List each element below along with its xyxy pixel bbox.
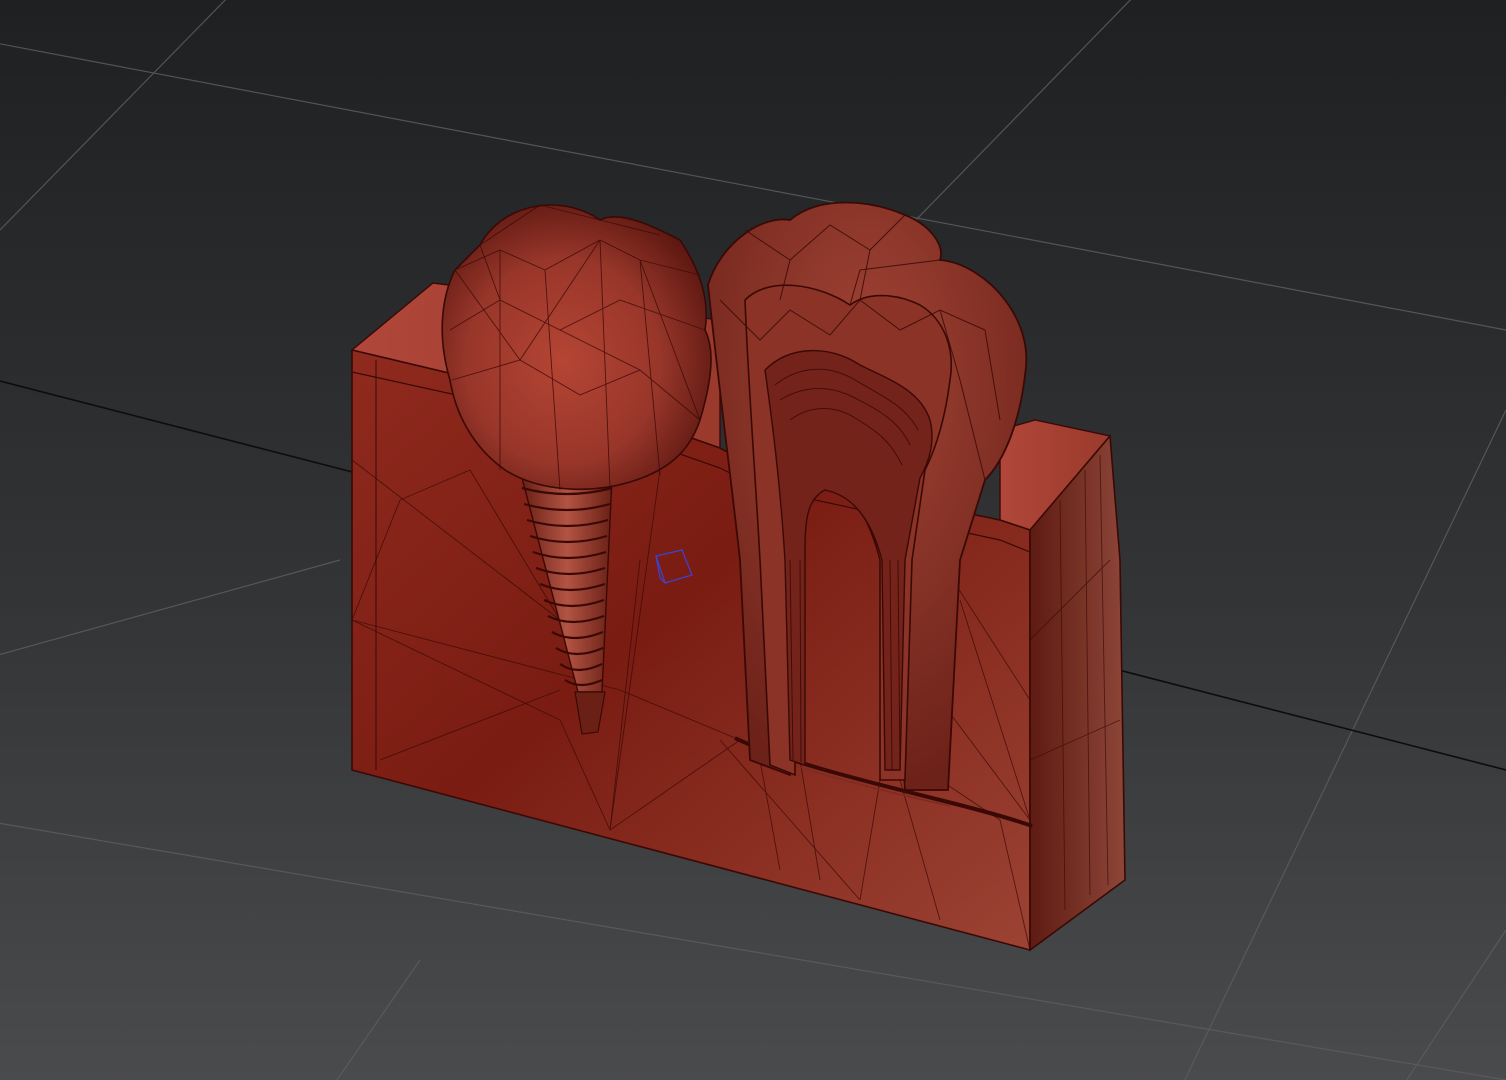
scene <box>0 0 1506 1080</box>
implant-crown[interactable] <box>441 204 712 491</box>
viewport-3d-perspective[interactable] <box>0 0 1506 1080</box>
